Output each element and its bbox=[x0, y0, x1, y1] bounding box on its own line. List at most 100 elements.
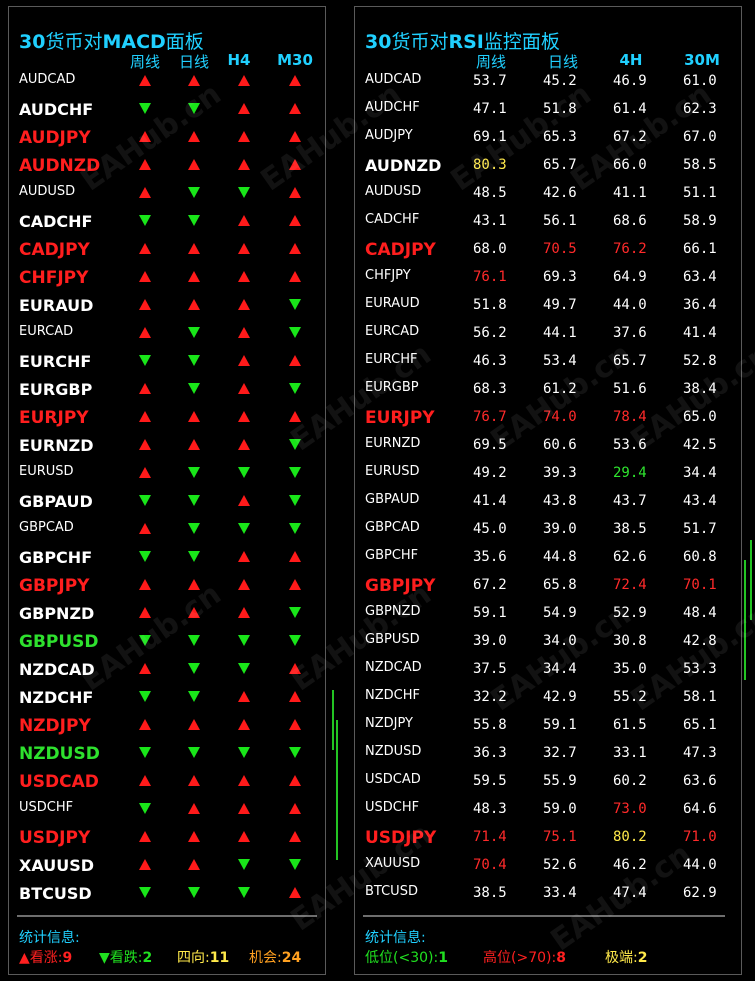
rsi-header-30m: 30M bbox=[684, 51, 720, 69]
rsi-value: 49.7 bbox=[543, 297, 577, 313]
down-arrow-icon bbox=[188, 383, 200, 394]
rsi-value: 47.3 bbox=[683, 745, 717, 761]
up-arrow-icon bbox=[139, 719, 151, 730]
stat-label: 极端: bbox=[605, 950, 638, 966]
stat-item: 机会:24 bbox=[249, 947, 301, 967]
up-arrow-icon bbox=[188, 803, 200, 814]
table-row: USDCAD 59.5 55.9 60.2 63.6 bbox=[355, 769, 741, 797]
up-arrow-icon bbox=[139, 299, 151, 310]
table-row: GBPCHF bbox=[9, 545, 325, 573]
up-arrow-icon bbox=[238, 607, 250, 618]
down-arrow-icon bbox=[188, 215, 200, 226]
currency-pair-label: EURUSD bbox=[19, 464, 74, 479]
down-arrow-icon bbox=[289, 495, 301, 506]
rsi-value: 63.6 bbox=[683, 773, 717, 789]
currency-pair-label: XAUUSD bbox=[19, 856, 95, 875]
table-row: BTCUSD 38.5 33.4 47.4 62.9 bbox=[355, 881, 741, 909]
rsi-value: 53.4 bbox=[543, 353, 577, 369]
rsi-value: 54.9 bbox=[543, 605, 577, 621]
down-arrow-icon bbox=[238, 523, 250, 534]
rsi-value: 70.5 bbox=[543, 241, 577, 257]
rsi-value: 46.9 bbox=[613, 73, 647, 89]
currency-pair-label: CHFJPY bbox=[19, 268, 89, 288]
currency-pair-label: NZDCHF bbox=[365, 688, 420, 703]
currency-pair-label: CADCHF bbox=[365, 212, 420, 227]
table-row: USDCHF bbox=[9, 797, 325, 825]
table-row: AUDUSD 48.5 42.6 41.1 51.1 bbox=[355, 181, 741, 209]
rsi-value: 44.8 bbox=[543, 549, 577, 565]
stat-label: 低位(<30): bbox=[365, 950, 439, 966]
rsi-value: 51.6 bbox=[613, 381, 647, 397]
rsi-value: 51.1 bbox=[683, 185, 717, 201]
stat-value: 1 bbox=[438, 950, 448, 966]
up-arrow-icon bbox=[139, 579, 151, 590]
rsi-value: 60.2 bbox=[613, 773, 647, 789]
rsi-value: 52.6 bbox=[543, 857, 577, 873]
down-arrow-icon bbox=[289, 523, 301, 534]
rsi-value: 45.0 bbox=[473, 521, 507, 537]
rsi-value: 58.1 bbox=[683, 689, 717, 705]
currency-pair-label: USDCHF bbox=[365, 800, 420, 815]
up-arrow-icon bbox=[238, 271, 250, 282]
rsi-value: 43.4 bbox=[683, 493, 717, 509]
table-row: EURUSD 49.2 39.3 29.4 34.4 bbox=[355, 461, 741, 489]
background-chart-line bbox=[336, 720, 338, 860]
currency-pair-label: NZDUSD bbox=[365, 744, 422, 759]
rsi-value: 68.3 bbox=[473, 381, 507, 397]
up-arrow-icon bbox=[188, 831, 200, 842]
up-arrow-icon bbox=[238, 411, 250, 422]
down-arrow-icon bbox=[289, 607, 301, 618]
rsi-value: 41.4 bbox=[473, 493, 507, 509]
table-row: CHFJPY 76.1 69.3 64.9 63.4 bbox=[355, 265, 741, 293]
up-arrow-icon bbox=[238, 215, 250, 226]
down-arrow-icon bbox=[188, 551, 200, 562]
currency-pair-label: AUDCHF bbox=[19, 100, 94, 119]
rsi-value: 51.7 bbox=[683, 521, 717, 537]
down-arrow-icon bbox=[139, 355, 151, 366]
rsi-value: 33.1 bbox=[613, 745, 647, 761]
rsi-value: 38.5 bbox=[613, 521, 647, 537]
down-arrow-icon bbox=[289, 747, 301, 758]
rsi-value: 72.4 bbox=[613, 577, 647, 593]
rsi-value: 49.2 bbox=[473, 465, 507, 481]
up-arrow-icon bbox=[139, 859, 151, 870]
rsi-value: 35.6 bbox=[473, 549, 507, 565]
table-row: EURNZD 69.5 60.6 53.6 42.5 bbox=[355, 433, 741, 461]
up-arrow-icon bbox=[289, 579, 301, 590]
table-row: EURNZD bbox=[9, 433, 325, 461]
table-row: EURUSD bbox=[9, 461, 325, 489]
rsi-value: 35.0 bbox=[613, 661, 647, 677]
up-arrow-icon bbox=[139, 271, 151, 282]
up-arrow-icon bbox=[238, 299, 250, 310]
down-arrow-icon bbox=[139, 215, 151, 226]
stat-value: 2 bbox=[637, 950, 648, 966]
up-arrow-icon bbox=[289, 187, 301, 198]
rsi-value: 75.1 bbox=[543, 829, 577, 845]
rsi-value: 55.8 bbox=[473, 717, 507, 733]
stat-value: 2 bbox=[142, 950, 153, 966]
up-arrow-icon bbox=[238, 775, 250, 786]
down-arrow-icon bbox=[139, 803, 151, 814]
rsi-value: 76.2 bbox=[613, 241, 647, 257]
currency-pair-label: GBPCAD bbox=[365, 520, 420, 535]
up-arrow-icon bbox=[238, 103, 250, 114]
table-row: GBPJPY bbox=[9, 573, 325, 601]
rsi-value: 56.1 bbox=[543, 213, 577, 229]
up-arrow-icon bbox=[289, 243, 301, 254]
down-arrow-icon bbox=[188, 523, 200, 534]
rsi-value: 59.0 bbox=[543, 801, 577, 817]
up-arrow-icon bbox=[238, 131, 250, 142]
up-arrow-icon bbox=[238, 831, 250, 842]
up-arrow-icon bbox=[188, 159, 200, 170]
rsi-value: 56.2 bbox=[473, 325, 507, 341]
rsi-value: 29.4 bbox=[613, 465, 647, 481]
up-arrow-icon bbox=[289, 775, 301, 786]
rsi-value: 52.8 bbox=[683, 353, 717, 369]
rsi-value: 39.3 bbox=[543, 465, 577, 481]
up-arrow-icon bbox=[238, 719, 250, 730]
down-arrow-icon bbox=[188, 635, 200, 646]
macd-divider bbox=[17, 915, 317, 917]
currency-pair-label: USDCAD bbox=[19, 772, 99, 792]
up-arrow-icon bbox=[139, 75, 151, 86]
down-arrow-icon bbox=[188, 187, 200, 198]
